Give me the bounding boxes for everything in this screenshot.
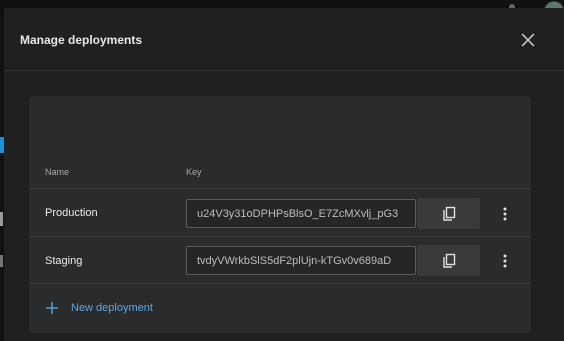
copy-key-button-production[interactable] [417, 198, 480, 229]
deployment-key-field-staging[interactable] [186, 246, 416, 275]
row-divider [29, 236, 531, 237]
column-header-key: Key [186, 167, 202, 177]
more-vertical-icon [503, 254, 507, 268]
background-fragment [0, 212, 3, 226]
deployment-name-production: Production [45, 207, 98, 219]
new-deployment-button[interactable]: New deployment [45, 298, 153, 318]
header-divider [4, 70, 564, 71]
new-deployment-label: New deployment [71, 302, 153, 314]
close-button[interactable] [518, 30, 538, 50]
more-vertical-icon [503, 207, 507, 221]
dialog-title: Manage deployments [20, 33, 143, 47]
close-icon [521, 33, 535, 47]
copy-icon [442, 206, 455, 221]
deployment-name-staging: Staging [45, 255, 83, 267]
copy-icon [442, 253, 455, 268]
more-options-button-production[interactable] [495, 202, 515, 226]
plus-icon [46, 302, 58, 314]
copy-key-button-staging[interactable] [417, 245, 480, 276]
more-options-button-staging[interactable] [495, 249, 515, 273]
column-header-name: Name [45, 167, 70, 177]
background-fragment [0, 255, 3, 267]
row-divider [29, 283, 531, 284]
deployment-key-field-production[interactable] [186, 199, 416, 228]
manage-deployments-dialog: Manage deployments Name Key Production u… [4, 8, 564, 341]
row-divider [29, 188, 531, 189]
deployments-table: Name Key Production Staging [29, 96, 531, 333]
